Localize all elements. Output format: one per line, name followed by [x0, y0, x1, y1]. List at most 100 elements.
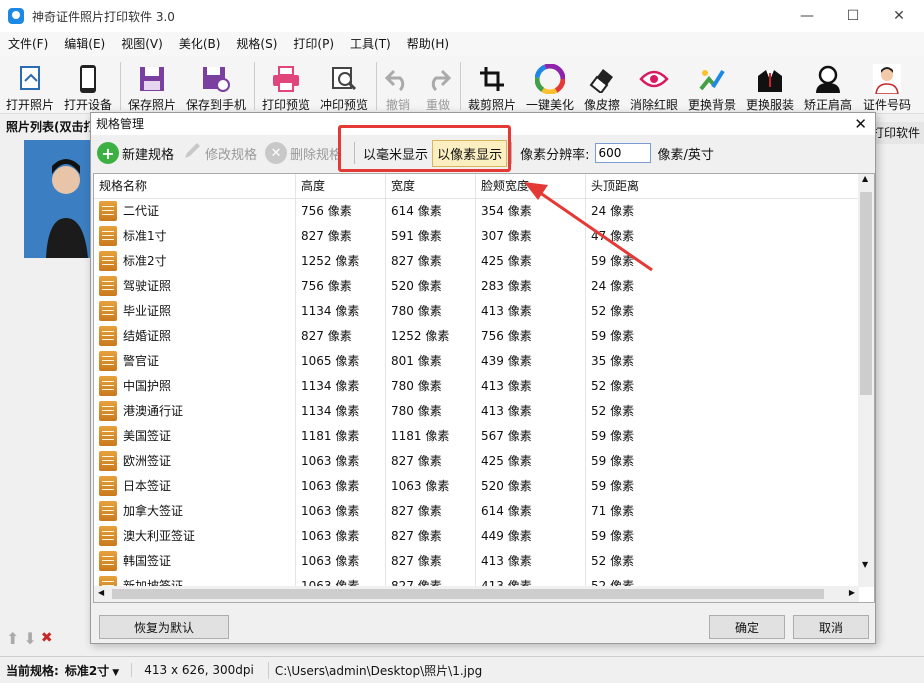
height-cell: 1063 像素 — [296, 474, 386, 499]
hscroll-thumb[interactable] — [112, 589, 824, 599]
correct-shoulder-button[interactable]: 矫正肩高 — [802, 58, 854, 112]
table-row[interactable]: 韩国签证 1063 像素 827 像素 413 像素 52 像素 — [94, 549, 859, 574]
plus-icon: + — [97, 142, 119, 164]
dpi-input[interactable] — [595, 143, 652, 163]
change-clothes-button[interactable]: 更换服装 — [744, 58, 796, 112]
table-row[interactable]: 警官证 1065 像素 801 像素 439 像素 35 像素 — [94, 349, 859, 374]
table-row[interactable]: 标准2寸 1252 像素 827 像素 425 像素 59 像素 — [94, 249, 859, 274]
save-photo-button[interactable]: 保存照片 — [126, 58, 178, 112]
dialog-toolbar: + 新建规格 修改规格 ✕ 删除规格 以毫米显示 以像素显示 像素分辨率: 像素… — [91, 135, 875, 171]
move-down-icon[interactable]: ⬇ — [23, 629, 36, 648]
save-icon — [137, 64, 167, 94]
menu-edit[interactable]: 编辑(E) — [56, 32, 113, 56]
menu-view[interactable]: 视图(V) — [113, 32, 171, 56]
undo-icon — [383, 64, 413, 94]
shoulder-icon — [813, 64, 843, 94]
save-to-phone-button[interactable]: 保存到手机 — [184, 58, 248, 112]
cancel-button[interactable]: 取消 — [793, 615, 869, 639]
spec-file-icon — [99, 200, 117, 221]
spec-file-icon — [99, 350, 117, 371]
mm-display-button[interactable]: 以毫米显示 — [359, 141, 432, 166]
dialog-close-button[interactable]: ✕ — [854, 113, 867, 135]
table-row[interactable]: 日本签证 1063 像素 1063 像素 520 像素 59 像素 — [94, 474, 859, 499]
eraser-icon — [587, 64, 617, 94]
table-row[interactable]: 美国签证 1181 像素 1181 像素 567 像素 59 像素 — [94, 424, 859, 449]
horizontal-scrollbar[interactable]: ◀ ▶ — [94, 586, 859, 602]
ok-button[interactable]: 确定 — [709, 615, 785, 639]
develop-preview-button[interactable]: 冲印预览 — [318, 58, 370, 112]
table-row[interactable]: 加拿大签证 1063 像素 827 像素 614 像素 71 像素 — [94, 499, 859, 524]
scroll-thumb[interactable] — [860, 192, 872, 395]
head-top-cell: 59 像素 — [591, 529, 635, 543]
scroll-up-icon[interactable]: ▲ — [862, 174, 868, 183]
menu-file[interactable]: 文件(F) — [0, 32, 56, 56]
table-row[interactable]: 中国护照 1134 像素 780 像素 413 像素 52 像素 — [94, 374, 859, 399]
head-top-cell: 59 像素 — [591, 454, 635, 468]
spec-name-cell: 标准1寸 — [94, 224, 296, 249]
table-row[interactable]: 欧洲签证 1063 像素 827 像素 425 像素 59 像素 — [94, 449, 859, 474]
minimize-button[interactable]: — — [784, 0, 830, 32]
spec-name: 结婚证照 — [123, 329, 172, 343]
photo-thumbnail[interactable] — [24, 140, 92, 258]
menu-spec[interactable]: 规格(S) — [228, 32, 285, 56]
table-row[interactable]: 驾驶证照 756 像素 520 像素 283 像素 24 像素 — [94, 274, 859, 299]
print-preview-button[interactable]: 打印预览 — [260, 58, 312, 112]
current-spec-dropdown[interactable]: 标准2寸 ▼ — [65, 662, 119, 679]
remove-photo-icon[interactable]: ✖ — [41, 630, 53, 646]
head-top-cell: 59 像素 — [591, 429, 635, 443]
menu-help[interactable]: 帮助(H) — [399, 32, 457, 56]
table-row[interactable]: 毕业证照 1134 像素 780 像素 413 像素 52 像素 — [94, 299, 859, 324]
menu-tools[interactable]: 工具(T) — [342, 32, 399, 56]
color-wheel-icon — [535, 64, 565, 94]
menu-print[interactable]: 打印(P) — [285, 32, 342, 56]
spec-name-cell: 港澳通行证 — [94, 399, 296, 424]
edit-spec-button[interactable]: 修改规格 — [182, 141, 257, 165]
col-width[interactable]: 宽度 — [386, 174, 476, 198]
head-top-cell: 52 像素 — [591, 404, 635, 418]
id-number-button[interactable]: 证件号码 — [860, 58, 914, 112]
close-window-button[interactable]: ✕ — [876, 0, 922, 32]
scroll-right-icon[interactable]: ▶ — [849, 588, 855, 597]
change-background-button[interactable]: 更换背景 — [686, 58, 738, 112]
table-row[interactable]: 澳大利亚签证 1063 像素 827 像素 449 像素 59 像素 — [94, 524, 859, 549]
table-row[interactable]: 标准1寸 827 像素 591 像素 307 像素 47 像素 — [94, 224, 859, 249]
spec-name: 澳大利亚签证 — [123, 529, 196, 543]
height-cell: 1063 像素 — [296, 499, 386, 524]
spec-name-cell: 欧洲签证 — [94, 449, 296, 474]
spec-name: 韩国签证 — [123, 554, 172, 568]
maximize-button[interactable]: ☐ — [830, 0, 876, 32]
open-device-button[interactable]: 打开设备 — [62, 58, 114, 112]
one-click-beautify-button[interactable]: 一键美化 — [524, 58, 576, 112]
remove-red-eye-button[interactable]: 消除红眼 — [628, 58, 680, 112]
title-bar: 神奇证件照片打印软件 3.0 — ☐ ✕ — [0, 0, 924, 32]
spec-file-icon — [99, 400, 117, 421]
head-top-cell: 71 像素 — [591, 504, 635, 518]
vertical-scrollbar[interactable]: ▲ ▼ — [858, 174, 874, 587]
table-row[interactable]: 二代证 756 像素 614 像素 354 像素 24 像素 — [94, 199, 859, 224]
col-face-width[interactable]: 脸颊宽度 — [476, 174, 586, 198]
table-row[interactable]: 港澳通行证 1134 像素 780 像素 413 像素 52 像素 — [94, 399, 859, 424]
head-top-cell: 24 像素 — [591, 279, 635, 293]
table-row[interactable]: 结婚证照 827 像素 1252 像素 756 像素 59 像素 — [94, 324, 859, 349]
photo-list-header: 照片列表(双击打 — [6, 120, 92, 134]
open-photo-button[interactable]: 打开照片 — [4, 58, 56, 112]
col-name[interactable]: 规格名称 — [94, 174, 296, 198]
restore-default-button[interactable]: 恢复为默认 — [99, 615, 229, 639]
col-head-top[interactable]: 头顶距离 — [586, 174, 859, 198]
scroll-down-icon[interactable]: ▼ — [862, 560, 868, 569]
undo-button[interactable]: 撤销 — [380, 58, 416, 112]
window-title: 神奇证件照片打印软件 3.0 — [32, 9, 175, 24]
menu-beautify[interactable]: 美化(B) — [171, 32, 229, 56]
eraser-button[interactable]: 像皮擦 — [582, 58, 622, 112]
delete-icon: ✕ — [265, 142, 288, 164]
px-display-button[interactable]: 以像素显示 — [432, 139, 508, 167]
new-spec-button[interactable]: + 新建规格 — [97, 142, 174, 164]
col-height[interactable]: 高度 — [296, 174, 386, 198]
spec-name: 港澳通行证 — [123, 404, 184, 418]
redo-button[interactable]: 重做 — [420, 58, 456, 112]
scroll-left-icon[interactable]: ◀ — [98, 588, 104, 597]
height-cell: 1063 像素 — [296, 524, 386, 549]
move-up-icon[interactable]: ⬆ — [6, 629, 19, 648]
crop-photo-button[interactable]: 裁剪照片 — [466, 58, 518, 112]
delete-spec-button[interactable]: ✕ 删除规格 — [265, 142, 342, 164]
